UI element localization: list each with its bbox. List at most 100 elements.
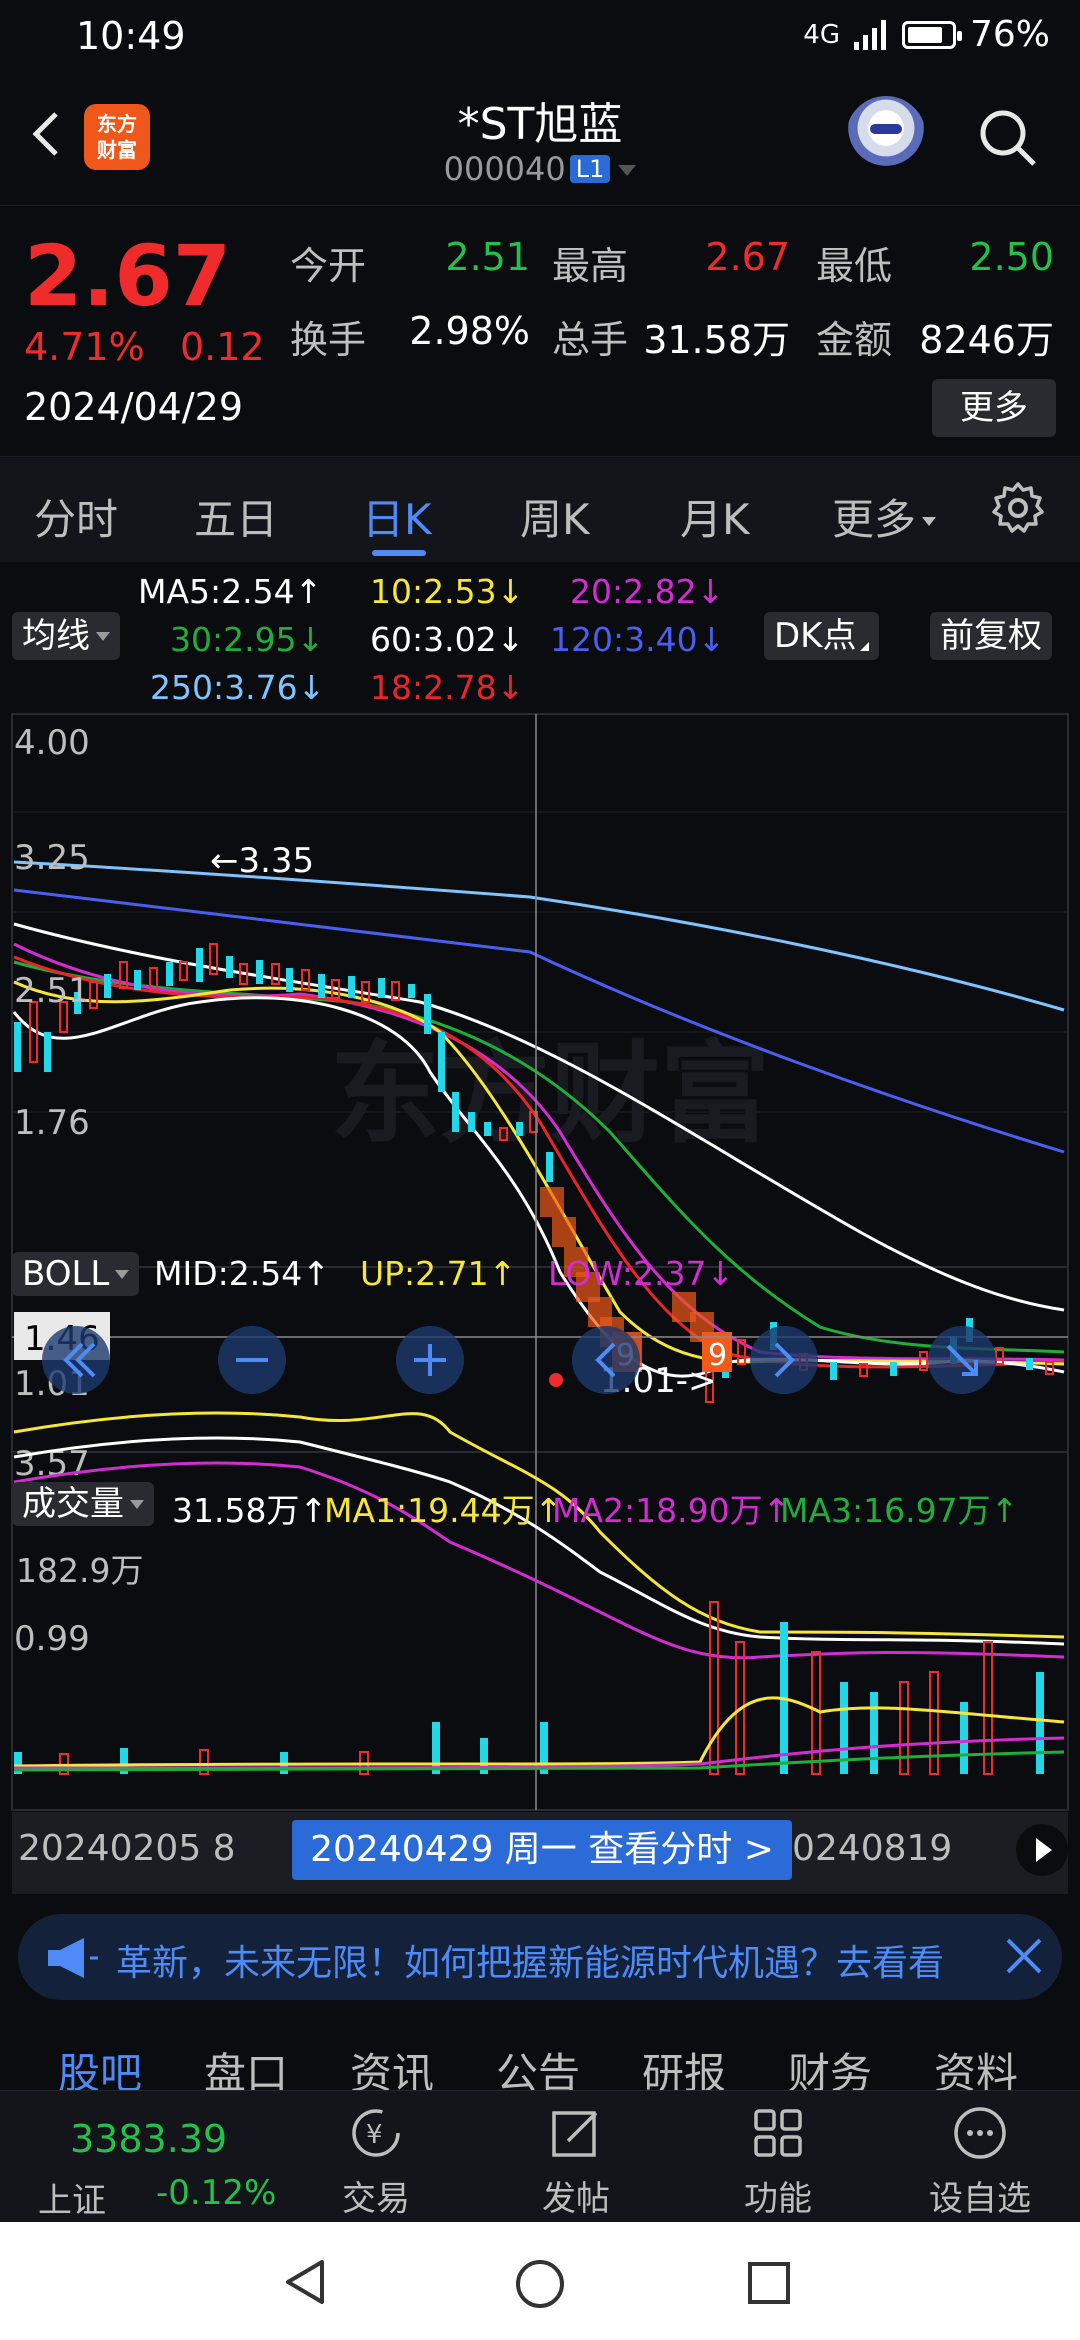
y-label-325: 3.25 [14, 838, 90, 878]
app-header: 东方 财富 *ST旭蓝 000040 L1 [0, 76, 1080, 206]
date-left: 20240205 8 [18, 1828, 236, 1869]
nav-home-icon[interactable] [514, 2258, 566, 2310]
turnover-value: 2.98% [409, 309, 530, 353]
nav-add-watchlist[interactable]: 设自选 [900, 2091, 1060, 2223]
expand-button[interactable] [928, 1326, 996, 1394]
subtab-guba[interactable]: 股吧 [58, 2040, 142, 2090]
news-banner[interactable]: 革新，未来无限！如何把握新能源时代机遇？去看看 [18, 1914, 1062, 2000]
signal-icon [853, 19, 886, 50]
bottom-bar: 3383.39 上证 -0.12% ¥ 交易 发帖 功能 设自选 [0, 2090, 1080, 2222]
section-tabs: 股吧 盘口 资讯 公告 研报 财务 资料 [0, 2020, 1080, 2090]
nav-trade[interactable]: ¥ 交易 [296, 2091, 456, 2223]
network-icon: 4G [803, 19, 840, 50]
volume-bars [13, 1601, 1065, 1775]
amount-label: 金额 [816, 318, 893, 362]
megaphone-icon [48, 1938, 98, 1978]
price-adjust-button[interactable]: 前复权 [930, 612, 1052, 660]
trade-icon: ¥ [352, 2109, 400, 2157]
news-text: 革新，未来无限！如何把握新能源时代机遇？去看看 [116, 1943, 945, 1984]
volume-value-legend: 31.58万↑ [172, 1491, 328, 1530]
zoom-out-button[interactable] [218, 1326, 286, 1394]
low-label: 最低 [816, 244, 893, 288]
nav-recents-icon[interactable] [746, 2260, 792, 2306]
index-change: -0.12% [156, 2173, 277, 2213]
subtab-financials[interactable]: 财务 [788, 2040, 872, 2090]
volume-ma2: MA2:18.90万↑ [552, 1491, 791, 1530]
scroll-left-button[interactable] [42, 1326, 110, 1394]
last-price: 2.67 [24, 227, 232, 325]
nav-functions[interactable]: 功能 [698, 2091, 858, 2223]
open-label: 今开 [290, 244, 367, 288]
volume-label: 总手 [552, 318, 629, 362]
nav-post[interactable]: 发帖 [496, 2091, 656, 2223]
high-label: 最高 [552, 244, 629, 288]
change-percent: 4.71% [24, 325, 145, 369]
assistant-robot-icon[interactable] [846, 96, 926, 176]
nav-back-icon[interactable] [282, 2258, 330, 2306]
tab-more[interactable]: 更多 [832, 486, 937, 547]
battery-icon [901, 20, 962, 49]
volume-ma3: MA3:16.97万↑ [780, 1491, 1019, 1530]
play-icon[interactable] [1016, 1824, 1068, 1876]
legend-ma10: 10:2.53↓ [370, 572, 525, 611]
prev-point-button[interactable] [572, 1326, 640, 1394]
more-dots-icon [954, 2107, 1006, 2159]
legend-ma60: 60:3.02↓ [370, 620, 525, 659]
tab-monthly-k[interactable]: 月K [680, 486, 750, 547]
ma-selector-button[interactable]: 均线 [12, 612, 120, 660]
system-navigation-bar [0, 2222, 1080, 2340]
legend-ma20: 20:2.82↓ [570, 572, 725, 611]
zoom-in-button[interactable] [396, 1326, 464, 1394]
tab-five-day[interactable]: 五日 [194, 486, 278, 547]
tab-intraday[interactable]: 分时 [34, 486, 118, 547]
view-intraday-button[interactable]: 20240429 周一 查看分时 > [292, 1820, 792, 1880]
tab-daily-k[interactable]: 日K [362, 486, 432, 547]
quote-panel: 2.67 4.71% 0.12 2024/04/29 今开 2.51 最高 2.… [0, 207, 1080, 457]
period-tabs: 分时 五日 日K 周K 月K 更多 [0, 458, 1080, 562]
volume-indicator-button[interactable]: 成交量 [12, 1482, 154, 1526]
open-value: 2.51 [445, 235, 530, 279]
volume-y-top: 182.9万 [16, 1551, 144, 1590]
legend-ma18: 18:2.78↓ [370, 668, 525, 707]
legend-ma250: 250:3.76↓ [150, 668, 326, 707]
next-point-button[interactable] [750, 1326, 818, 1394]
chevron-down-icon [115, 1270, 130, 1279]
subtab-profile[interactable]: 资料 [934, 2040, 1018, 2090]
volume-ma1: MA1:19.44万↑ [324, 1491, 563, 1530]
boll-low: LOW:2.37↓ [548, 1254, 735, 1293]
search-icon[interactable] [976, 106, 1038, 168]
status-bar: 10:49 4G 76% [0, 0, 1080, 76]
edit-icon [552, 2111, 598, 2157]
legend-ma5: MA5:2.54↑ [138, 572, 323, 611]
quote-more-button[interactable]: 更多 [932, 379, 1056, 437]
subtab-research[interactable]: 研报 [642, 2040, 726, 2090]
kline-chart-area[interactable]: MA5:2.54↑ 10:2.53↓ 20:2.82↓ 均线 30:2.95↓ … [0, 562, 1080, 1892]
level-badge: L1 [569, 155, 611, 183]
low-value: 2.50 [969, 235, 1054, 279]
close-icon[interactable] [1002, 1934, 1046, 1978]
y-label-251: 2.51 [14, 971, 90, 1011]
date-right: 0240819 [792, 1828, 953, 1869]
amount-value: 8246万 [919, 318, 1054, 362]
boll-mid: MID:2.54↑ [154, 1254, 330, 1293]
y-label-400: 4.00 [14, 723, 90, 763]
subtab-announcements[interactable]: 公告 [496, 2040, 580, 2090]
dk-point-button[interactable]: DK点 [764, 612, 880, 660]
boll-y-bottom: 0.99 [14, 1619, 90, 1659]
index-value: 3383.39 [70, 2117, 228, 2161]
boll-indicator-button[interactable]: BOLL [12, 1252, 140, 1296]
grid-icon [754, 2109, 802, 2157]
y-label-176: 1.76 [14, 1103, 90, 1143]
subtab-orderbook[interactable]: 盘口 [204, 2040, 288, 2090]
corner-arrow-icon [860, 642, 870, 651]
tab-weekly-k[interactable]: 周K [520, 486, 590, 547]
gear-icon[interactable] [990, 480, 1046, 536]
subtab-news[interactable]: 资讯 [350, 2040, 434, 2090]
status-right: 4G 76% [803, 14, 1050, 55]
chevron-down-icon [922, 517, 937, 526]
svg-text:¥: ¥ [366, 2120, 383, 2150]
status-time: 10:49 [76, 14, 186, 58]
stock-code: 000040 [443, 150, 566, 188]
high-annotation: ←3.35 [210, 841, 314, 881]
candles [14, 943, 1054, 1403]
